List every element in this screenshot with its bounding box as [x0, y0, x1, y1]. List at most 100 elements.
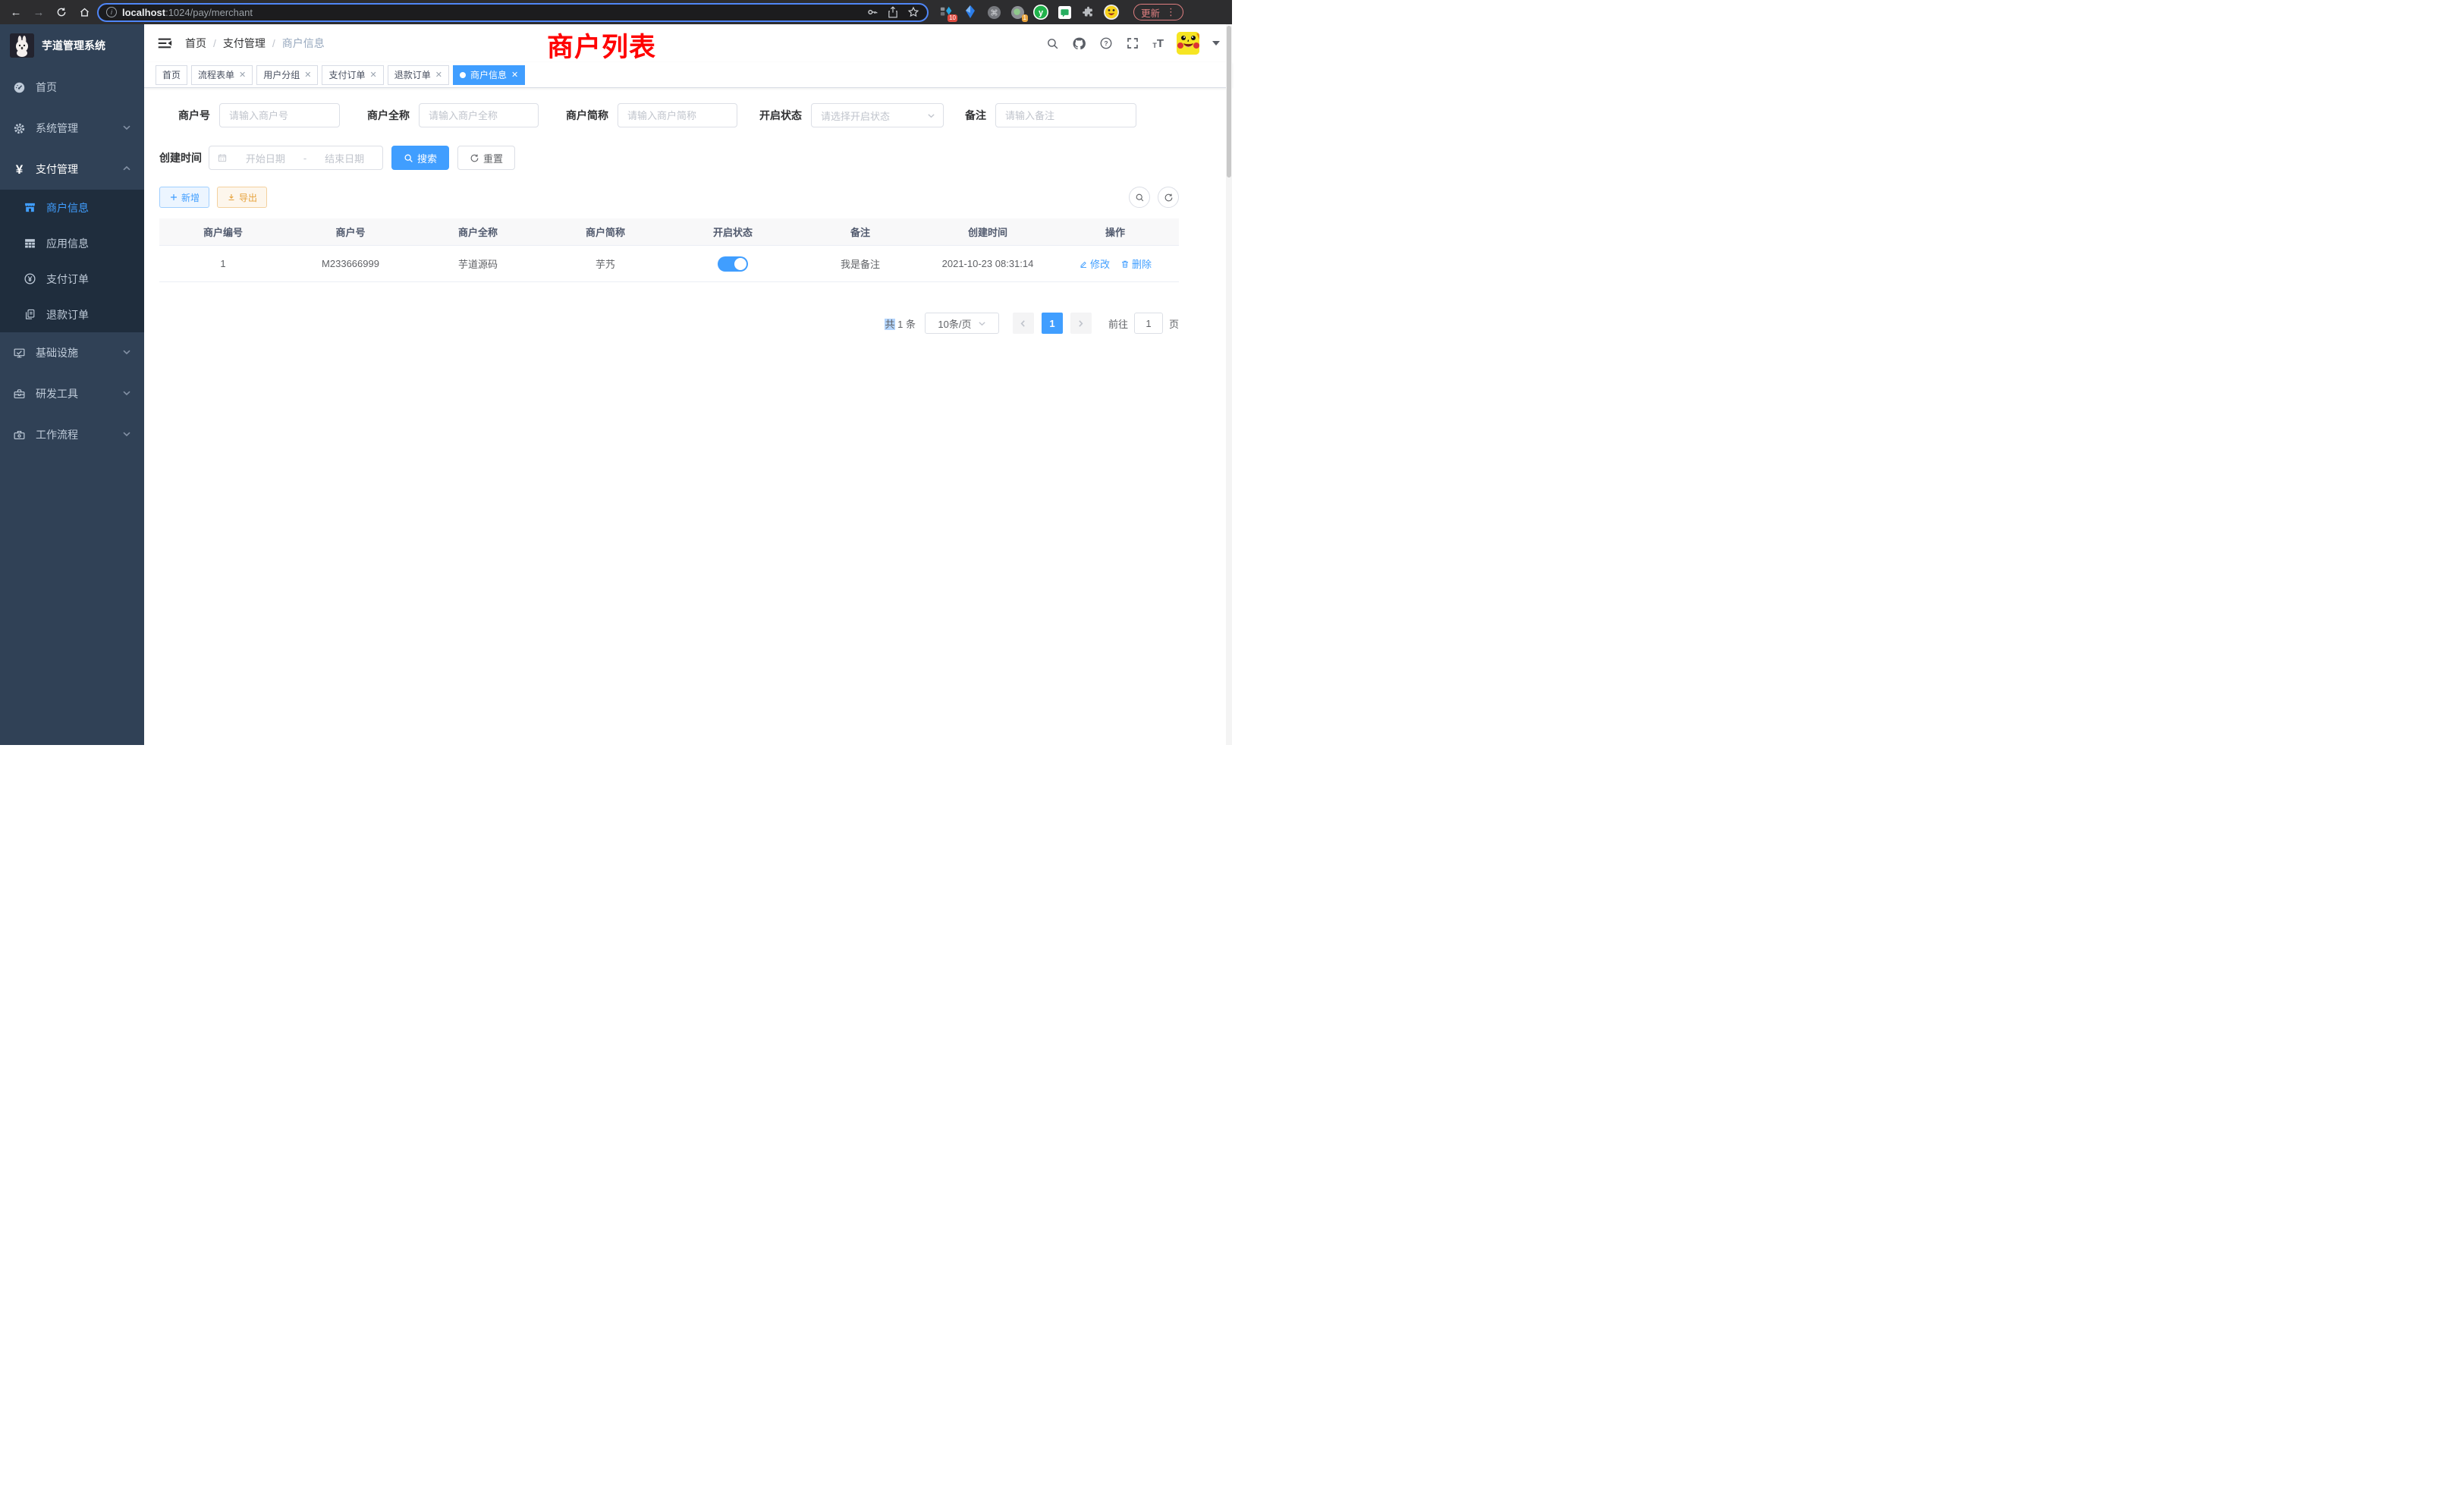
sidebar-item-home[interactable]: 首页	[0, 67, 144, 108]
extension-badge-one: 1	[1022, 14, 1028, 22]
close-icon[interactable]: ✕	[239, 70, 246, 80]
sidebar-item-dev-tools[interactable]: 研发工具	[0, 373, 144, 414]
refresh-table-button[interactable]	[1158, 187, 1179, 208]
close-icon[interactable]: ✕	[435, 70, 442, 80]
extension-pin-icon[interactable]	[963, 5, 978, 20]
status-select[interactable]: 请选择开启状态	[811, 103, 944, 127]
date-separator: -	[303, 152, 306, 164]
site-info-icon[interactable]: i	[106, 7, 117, 17]
goto-page-input[interactable]	[1134, 313, 1163, 334]
filter-create-time: 创建时间 开始日期 - 结束日期	[159, 146, 383, 170]
sidebar-item-refund-order[interactable]: 退款订单	[0, 297, 144, 332]
avatar-caret-icon[interactable]	[1212, 41, 1220, 46]
browser-refresh-button[interactable]	[52, 2, 71, 22]
page-unit-label: 页	[1169, 316, 1179, 331]
tag-home[interactable]: 首页	[156, 65, 187, 85]
tag-process-form[interactable]: 流程表单 ✕	[191, 65, 253, 85]
page-size-value: 10条/页	[938, 316, 971, 331]
close-icon[interactable]: ✕	[370, 70, 377, 80]
sidebar-item-pay[interactable]: ¥ 支付管理	[0, 149, 144, 190]
breadcrumb-pay[interactable]: 支付管理	[223, 36, 266, 51]
add-button[interactable]: 新增	[159, 187, 209, 208]
tag-refund-order[interactable]: 退款订单✕	[388, 65, 449, 85]
font-size-icon[interactable]: TT	[1152, 38, 1164, 49]
sidebar-item-label: 支付订单	[46, 272, 89, 287]
browser-back-button[interactable]: ←	[6, 2, 26, 22]
scrollbar-thumb[interactable]	[1227, 26, 1231, 178]
password-key-icon[interactable]	[866, 6, 878, 18]
sidebar-item-app-info[interactable]: 应用信息	[0, 225, 144, 261]
table-row: 1 M233666999 芋道源码 芋艿 我是备注 2021-10-23 08:…	[159, 246, 1179, 282]
browser-home-button[interactable]	[74, 2, 94, 22]
merchant-no-input[interactable]	[219, 103, 340, 127]
extension-command-icon[interactable]: ⌘	[986, 5, 1001, 20]
extension-notes-icon[interactable]	[1057, 5, 1072, 20]
extension-badge: 10	[948, 14, 957, 22]
active-dot	[460, 72, 466, 78]
short-name-input[interactable]	[618, 103, 737, 127]
address-bar[interactable]: i localhost:1024/pay/merchant	[97, 3, 929, 22]
sidebar-item-workflow[interactable]: 工作流程	[0, 414, 144, 455]
chevron-left-icon	[1019, 319, 1027, 328]
close-icon[interactable]: ✕	[304, 70, 311, 80]
close-icon[interactable]: ✕	[511, 70, 518, 80]
share-icon[interactable]	[888, 6, 898, 18]
export-button[interactable]: 导出	[217, 187, 267, 208]
page-scrollbar[interactable]	[1226, 24, 1232, 745]
extension-recorder-icon[interactable]: 1	[1010, 5, 1025, 20]
toggle-search-button[interactable]	[1129, 187, 1150, 208]
sidebar-item-infra[interactable]: 基础设施	[0, 332, 144, 373]
search-icon[interactable]	[1046, 37, 1059, 50]
extension-tabs-icon[interactable]: 10	[939, 5, 954, 20]
calendar-icon	[217, 152, 228, 163]
breadcrumb: 首页 / 支付管理 / 商户信息	[185, 36, 325, 51]
tag-label: 流程表单	[198, 68, 234, 81]
browser-menu-icon[interactable]: ⋮	[1166, 8, 1176, 16]
tag-user-group[interactable]: 用户分组✕	[256, 65, 318, 85]
delete-button[interactable]: 删除	[1120, 256, 1152, 271]
grid-table-icon	[24, 237, 36, 250]
sidebar-collapse-button[interactable]	[156, 35, 173, 52]
remark-input[interactable]	[995, 103, 1136, 127]
browser-profile-avatar[interactable]	[1104, 5, 1119, 20]
bookmark-star-icon[interactable]	[907, 6, 919, 18]
chevron-down-icon	[122, 347, 131, 359]
sidebar-item-pay-order[interactable]: 支付订单	[0, 261, 144, 297]
edit-button[interactable]: 修改	[1079, 256, 1110, 271]
filter-remark: 备注	[960, 103, 1136, 127]
tag-merchant-info[interactable]: 商户信息✕	[453, 65, 525, 85]
rabbit-logo-glyph	[10, 33, 34, 58]
help-icon[interactable]: ?	[1099, 36, 1113, 50]
next-page-button[interactable]	[1070, 313, 1092, 334]
goto-label: 前往	[1108, 316, 1128, 331]
sidebar-item-label: 应用信息	[46, 236, 89, 251]
page-number-1[interactable]: 1	[1042, 313, 1063, 334]
browser-forward-button[interactable]: →	[29, 2, 49, 22]
app-logo[interactable]: 芋道管理系统	[0, 24, 144, 67]
user-avatar[interactable]	[1177, 32, 1199, 55]
cell-merchant-id: 1	[159, 246, 287, 281]
fullscreen-icon[interactable]	[1126, 36, 1139, 50]
full-name-input[interactable]	[419, 103, 539, 127]
filter-row-1: 商户号 商户全称 商户简称 开启状态 请选择开启状态	[159, 103, 1179, 127]
svg-text:⌘: ⌘	[990, 9, 998, 17]
select-placeholder: 请选择开启状态	[821, 108, 927, 123]
reset-button[interactable]: 重置	[457, 146, 515, 170]
sidebar-item-system[interactable]: 系统管理	[0, 108, 144, 149]
y-ext-glyph: y	[1033, 5, 1048, 20]
tag-pay-order[interactable]: 支付订单✕	[322, 65, 383, 85]
extensions-puzzle-icon[interactable]	[1080, 5, 1095, 20]
page-size-select[interactable]: 10条/页	[925, 313, 999, 334]
cell-short-name: 芋艿	[542, 246, 669, 281]
github-icon[interactable]	[1072, 36, 1086, 51]
breadcrumb-home[interactable]: 首页	[185, 36, 206, 51]
browser-update-button[interactable]: 更新 ⋮	[1133, 4, 1183, 20]
search-button[interactable]: 搜索	[391, 146, 449, 170]
sidebar-item-merchant-info[interactable]: 商户信息	[0, 190, 144, 225]
yen-icon: ¥	[13, 163, 26, 176]
extension-y-icon[interactable]: y	[1033, 5, 1048, 20]
prev-page-button[interactable]	[1013, 313, 1034, 334]
column-header: 商户简称	[542, 218, 669, 245]
status-toggle[interactable]	[718, 256, 748, 272]
create-time-range-picker[interactable]: 开始日期 - 结束日期	[209, 146, 383, 170]
